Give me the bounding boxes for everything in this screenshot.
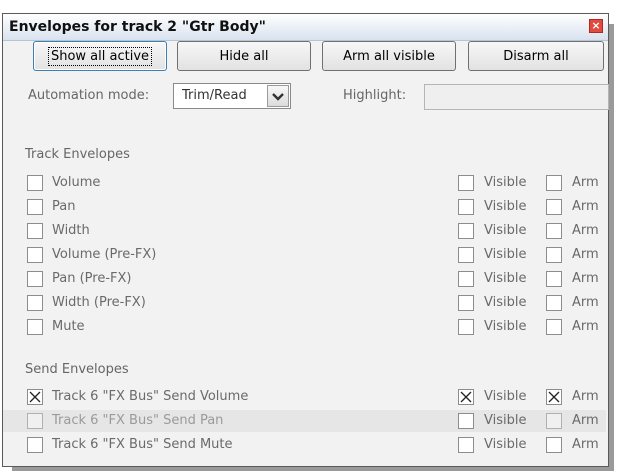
visible-checkbox[interactable] bbox=[458, 319, 474, 335]
disarm-all-button[interactable]: Disarm all bbox=[468, 41, 604, 71]
visible-checkbox[interactable] bbox=[458, 175, 474, 191]
automation-mode-select[interactable]: Trim/Read bbox=[173, 83, 291, 109]
close-icon[interactable]: × bbox=[589, 19, 603, 33]
arm-all-visible-label: Arm all visible bbox=[343, 48, 435, 64]
visible-label: Visible bbox=[484, 413, 527, 428]
visible-label: Visible bbox=[484, 319, 527, 334]
visible-checkbox[interactable] bbox=[458, 295, 474, 311]
visible-checkbox[interactable] bbox=[458, 199, 474, 215]
envelope-enable-checkbox[interactable] bbox=[27, 389, 43, 405]
arm-checkbox[interactable] bbox=[546, 175, 562, 191]
envelope-enable-checkbox[interactable] bbox=[27, 413, 43, 429]
arm-label: Arm bbox=[572, 223, 599, 238]
automation-mode-value: Trim/Read bbox=[182, 88, 247, 103]
envelope-label: Width (Pre-FX) bbox=[52, 295, 146, 310]
arm-label: Arm bbox=[572, 295, 599, 310]
envelope-label: Volume (Pre-FX) bbox=[52, 247, 157, 262]
envelope-label: Volume bbox=[52, 175, 101, 190]
arm-all-visible-button[interactable]: Arm all visible bbox=[322, 41, 456, 71]
chevron-down-icon[interactable] bbox=[267, 85, 289, 107]
arm-checkbox[interactable] bbox=[546, 437, 562, 453]
visible-label: Visible bbox=[484, 437, 527, 452]
envelope-label: Pan (Pre-FX) bbox=[52, 271, 132, 286]
arm-checkbox[interactable] bbox=[546, 247, 562, 263]
envelope-enable-checkbox[interactable] bbox=[27, 437, 43, 453]
arm-checkbox[interactable] bbox=[546, 319, 562, 335]
visible-checkbox[interactable] bbox=[458, 223, 474, 239]
hide-all-button[interactable]: Hide all bbox=[177, 41, 311, 71]
show-all-active-button[interactable]: Show all active bbox=[33, 41, 167, 71]
title-bar[interactable]: Envelopes for track 2 "Gtr Body" × bbox=[3, 14, 608, 41]
arm-label: Arm bbox=[572, 437, 599, 452]
visible-label: Visible bbox=[484, 223, 527, 238]
arm-label: Arm bbox=[572, 319, 599, 334]
visible-checkbox[interactable] bbox=[458, 413, 474, 429]
arm-label: Arm bbox=[572, 389, 599, 404]
arm-checkbox[interactable] bbox=[546, 389, 562, 405]
arm-label: Arm bbox=[572, 247, 599, 262]
track-envelopes-heading: Track Envelopes bbox=[25, 147, 130, 162]
visible-label: Visible bbox=[484, 175, 527, 190]
envelope-label: Mute bbox=[52, 319, 85, 334]
envelope-enable-checkbox[interactable] bbox=[27, 199, 43, 215]
visible-label: Visible bbox=[484, 389, 527, 404]
envelope-enable-checkbox[interactable] bbox=[27, 271, 43, 287]
visible-label: Visible bbox=[484, 271, 527, 286]
arm-label: Arm bbox=[572, 175, 599, 190]
automation-mode-label: Automation mode: bbox=[28, 88, 150, 103]
envelope-label: Track 6 "FX Bus" Send Pan bbox=[52, 413, 224, 428]
arm-label: Arm bbox=[572, 271, 599, 286]
arm-checkbox[interactable] bbox=[546, 223, 562, 239]
envelope-label: Width bbox=[52, 223, 90, 238]
send-envelopes-heading: Send Envelopes bbox=[25, 362, 129, 377]
envelope-enable-checkbox[interactable] bbox=[27, 295, 43, 311]
envelope-enable-checkbox[interactable] bbox=[27, 223, 43, 239]
envelope-enable-checkbox[interactable] bbox=[27, 319, 43, 335]
arm-checkbox[interactable] bbox=[546, 199, 562, 215]
visible-label: Visible bbox=[484, 295, 527, 310]
visible-label: Visible bbox=[484, 247, 527, 262]
arm-label: Arm bbox=[572, 413, 599, 428]
arm-checkbox[interactable] bbox=[546, 413, 562, 429]
envelope-enable-checkbox[interactable] bbox=[27, 247, 43, 263]
disarm-all-label: Disarm all bbox=[503, 48, 569, 64]
hide-all-label: Hide all bbox=[219, 48, 269, 64]
visible-checkbox[interactable] bbox=[458, 247, 474, 263]
envelope-label: Track 6 "FX Bus" Send Mute bbox=[52, 437, 233, 452]
highlight-label: Highlight: bbox=[343, 88, 407, 103]
envelope-label: Pan bbox=[52, 199, 76, 214]
arm-checkbox[interactable] bbox=[546, 271, 562, 287]
dialog-title: Envelopes for track 2 "Gtr Body" bbox=[9, 19, 266, 35]
arm-label: Arm bbox=[572, 199, 599, 214]
visible-checkbox[interactable] bbox=[458, 389, 474, 405]
visible-label: Visible bbox=[484, 199, 527, 214]
highlight-field[interactable] bbox=[424, 84, 609, 110]
show-all-active-label: Show all active bbox=[47, 46, 153, 66]
envelope-enable-checkbox[interactable] bbox=[27, 175, 43, 191]
envelope-label: Track 6 "FX Bus" Send Volume bbox=[52, 389, 249, 404]
visible-checkbox[interactable] bbox=[458, 437, 474, 453]
arm-checkbox[interactable] bbox=[546, 295, 562, 311]
visible-checkbox[interactable] bbox=[458, 271, 474, 287]
